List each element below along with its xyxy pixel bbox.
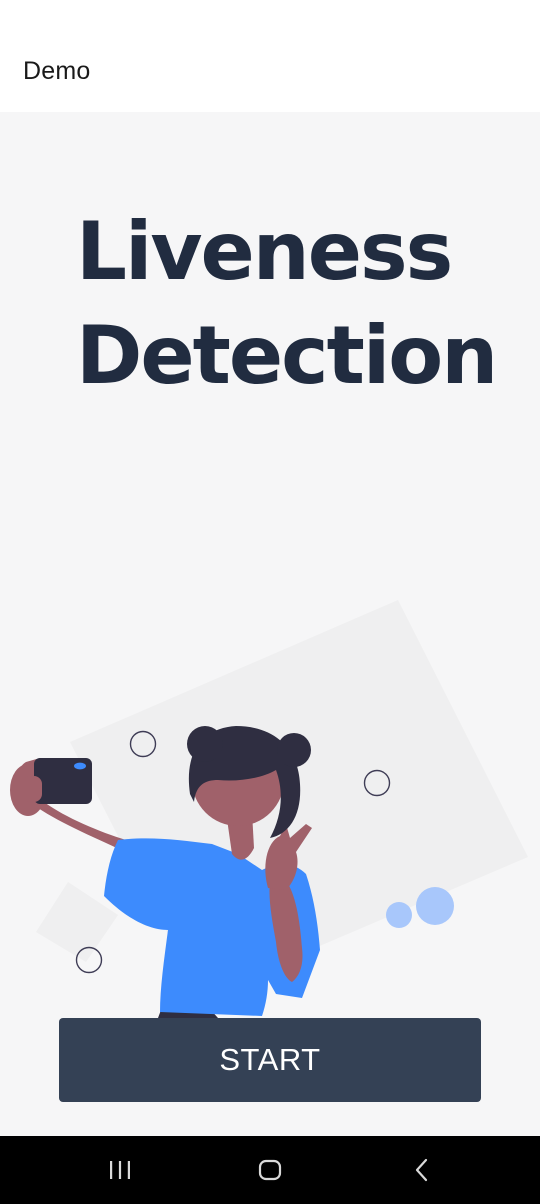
decor-blue-circle-small xyxy=(386,902,412,928)
system-nav-bar xyxy=(0,1136,540,1204)
home-button[interactable] xyxy=(250,1152,290,1188)
phone-finger xyxy=(22,776,42,802)
phone-camera-lens xyxy=(74,762,86,770)
back-icon xyxy=(415,1158,428,1182)
decor-blue-circle-large xyxy=(416,887,454,925)
back-button[interactable] xyxy=(402,1152,442,1188)
recent-apps-icon xyxy=(110,1161,130,1179)
recent-apps-button[interactable] xyxy=(100,1152,140,1188)
home-icon xyxy=(258,1159,282,1181)
main-content: Liveness Detection START xyxy=(0,112,540,1136)
start-button[interactable]: START xyxy=(59,1018,481,1102)
headline-line-1: Liveness xyxy=(76,205,453,298)
app-bar: Demo xyxy=(0,0,540,112)
headline-line-2: Detection xyxy=(76,309,498,402)
hair-bun-right xyxy=(277,733,311,767)
hair-bun-left xyxy=(187,726,223,762)
page-title: Liveness Detection xyxy=(76,200,498,408)
app-title: Demo xyxy=(23,57,91,85)
